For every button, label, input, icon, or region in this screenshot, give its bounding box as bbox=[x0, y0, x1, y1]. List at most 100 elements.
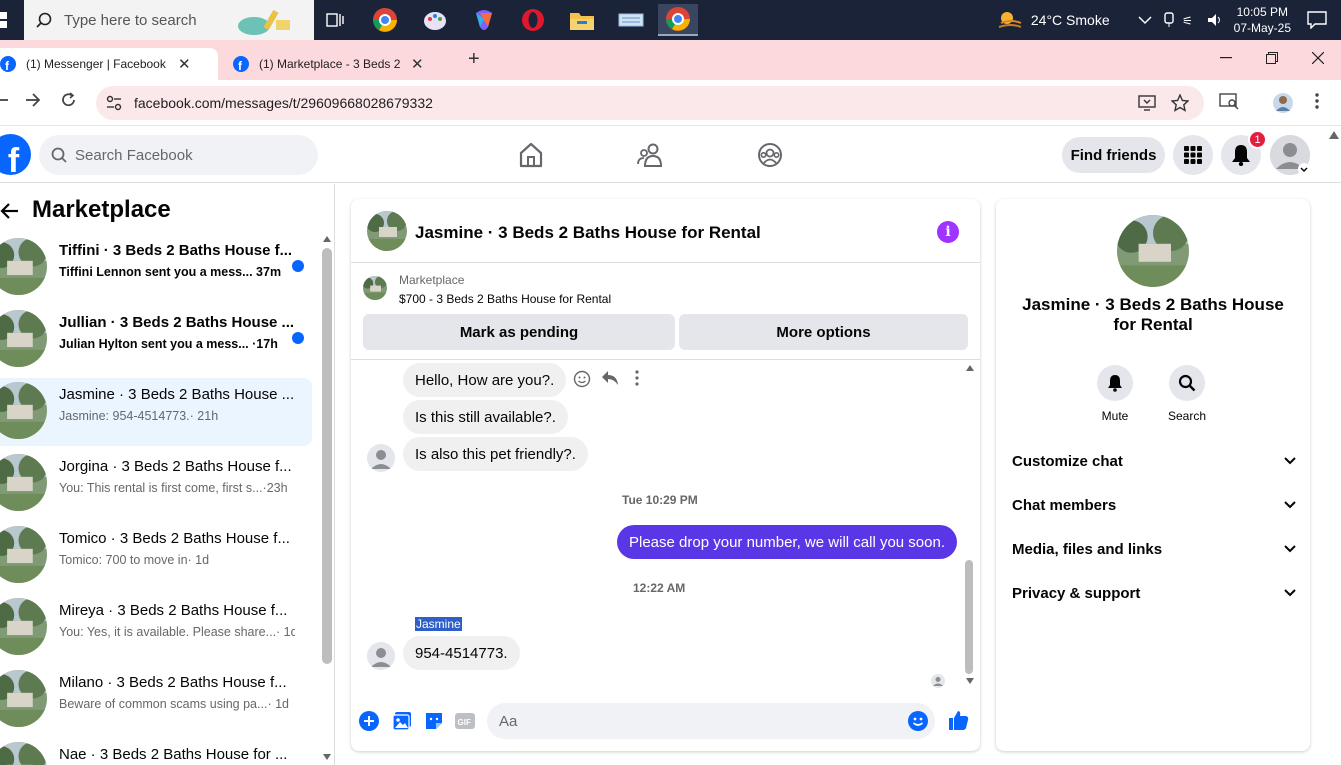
reload-icon[interactable] bbox=[61, 92, 77, 108]
listing-thumbnail bbox=[0, 598, 47, 655]
add-icon[interactable] bbox=[359, 711, 379, 731]
photo-icon[interactable] bbox=[392, 711, 412, 731]
sidebar-scrollbar[interactable] bbox=[322, 248, 332, 664]
scroll-up-icon[interactable] bbox=[323, 236, 331, 242]
section-label: Chat members bbox=[1012, 496, 1117, 514]
incoming-message[interactable]: Hello, How are you?. bbox=[403, 363, 567, 397]
minimize-icon[interactable] bbox=[1203, 42, 1249, 74]
chat-scrollbar[interactable] bbox=[965, 560, 973, 674]
mark-as-pending-button[interactable]: Mark as pending bbox=[363, 314, 675, 350]
meet-now-icon[interactable] bbox=[1162, 12, 1176, 28]
react-icon[interactable] bbox=[573, 370, 591, 388]
search-in-chat-button[interactable]: Search bbox=[1157, 365, 1217, 423]
emoji-icon[interactable] bbox=[908, 711, 928, 731]
clock[interactable]: 10:05 PM 07-May-25 bbox=[1234, 4, 1291, 36]
start-icon[interactable] bbox=[0, 12, 8, 28]
page-scroll-up-icon[interactable] bbox=[1329, 131, 1339, 139]
conversation-item[interactable]: Tiffini · 3 Beds 2 Baths House f... Tiff… bbox=[0, 234, 312, 298]
message-timestamp: 12:22 AM bbox=[633, 581, 686, 595]
conversation-name: Mireya · 3 Beds 2 Baths House f... bbox=[59, 602, 288, 619]
task-view-icon[interactable] bbox=[315, 4, 355, 36]
outgoing-message[interactable]: Please drop your number, we will call yo… bbox=[617, 525, 957, 559]
sticker-icon[interactable] bbox=[424, 711, 444, 731]
find-friends-button[interactable]: Find friends bbox=[1062, 137, 1165, 173]
search-highlight-icon bbox=[232, 6, 292, 36]
message-input[interactable]: Aa bbox=[487, 703, 935, 739]
home-icon[interactable] bbox=[517, 141, 545, 169]
chevron-up-icon[interactable] bbox=[1138, 15, 1152, 25]
tab-marketplace[interactable]: f (1) Marketplace - 3 Beds 2 Bath ✕ bbox=[225, 48, 461, 80]
facebook-logo-icon[interactable]: f bbox=[0, 134, 31, 175]
tab-messenger[interactable]: f (1) Messenger | Facebook ✕ bbox=[0, 48, 218, 80]
incoming-message[interactable]: Is also this pet friendly?. bbox=[403, 437, 588, 471]
gif-icon[interactable]: GIF bbox=[455, 711, 475, 731]
more-actions-icon[interactable] bbox=[635, 370, 639, 386]
chat-avatar[interactable] bbox=[367, 211, 407, 251]
restore-icon[interactable] bbox=[1249, 42, 1295, 74]
sender-avatar[interactable] bbox=[367, 642, 395, 670]
taskbar-search[interactable]: Type here to search bbox=[24, 0, 314, 40]
paint-app-icon[interactable] bbox=[415, 4, 455, 36]
chat-title[interactable]: Jasmine · 3 Beds 2 Baths House for Renta… bbox=[415, 223, 761, 243]
conversation-item[interactable]: Tomico · 3 Beds 2 Baths House f... Tomic… bbox=[0, 522, 312, 586]
conversation-item-selected[interactable]: Jasmine · 3 Beds 2 Baths House ... Jasmi… bbox=[0, 378, 312, 446]
tab-close-icon[interactable]: ✕ bbox=[178, 55, 191, 73]
media-files-links-section[interactable]: Media, files and links bbox=[1012, 527, 1296, 571]
menu-grid-icon[interactable] bbox=[1173, 135, 1213, 175]
chrome-menu-icon[interactable] bbox=[1314, 92, 1320, 110]
listing-thumbnail bbox=[0, 742, 47, 765]
tab-search-icon[interactable] bbox=[1219, 92, 1239, 110]
conversation-item[interactable]: Jorgina · 3 Beds 2 Baths House f... You:… bbox=[0, 450, 312, 514]
search-icon bbox=[1169, 365, 1205, 401]
file-explorer-app-icon[interactable] bbox=[562, 4, 602, 36]
forward-icon[interactable] bbox=[25, 92, 41, 108]
customize-chat-section[interactable]: Customize chat bbox=[1012, 439, 1296, 483]
friends-icon[interactable] bbox=[637, 141, 665, 169]
address-bar[interactable]: facebook.com/messages/t/2960966802867933… bbox=[96, 86, 1204, 120]
chrome-app-icon[interactable] bbox=[658, 4, 698, 36]
back-icon[interactable] bbox=[0, 92, 10, 108]
tab-close-icon[interactable]: ✕ bbox=[411, 55, 424, 73]
chat-panel: Jasmine · 3 Beds 2 Baths House for Renta… bbox=[351, 199, 980, 751]
network-icon[interactable]: ⚟ bbox=[1182, 12, 1200, 28]
groups-icon[interactable] bbox=[756, 141, 784, 169]
keyboard-app-icon[interactable] bbox=[611, 4, 651, 36]
scroll-up-icon[interactable] bbox=[966, 365, 974, 371]
scroll-down-icon[interactable] bbox=[966, 678, 974, 684]
conversation-name: Tomico · 3 Beds 2 Baths House f... bbox=[59, 530, 290, 547]
chrome-profile-app-icon[interactable] bbox=[365, 4, 405, 36]
conversation-item[interactable]: Nae · 3 Beds 2 Baths House for ... bbox=[0, 738, 312, 765]
more-options-button[interactable]: More options bbox=[679, 314, 968, 350]
account-avatar-icon[interactable] bbox=[1270, 135, 1310, 175]
chat-members-section[interactable]: Chat members bbox=[1012, 483, 1296, 527]
privacy-support-section[interactable]: Privacy & support bbox=[1012, 571, 1296, 615]
incoming-message[interactable]: 954-4514773. bbox=[403, 636, 520, 670]
tab-title: (1) Marketplace - 3 Beds 2 Bath bbox=[259, 57, 401, 71]
profile-avatar-icon[interactable] bbox=[1272, 92, 1294, 114]
chat-details-panel: Jasmine · 3 Beds 2 Baths House for Renta… bbox=[996, 199, 1310, 751]
new-tab-button[interactable]: + bbox=[468, 48, 480, 71]
reply-icon[interactable] bbox=[601, 370, 619, 386]
listing-thumbnail bbox=[363, 276, 387, 300]
sender-avatar[interactable] bbox=[367, 444, 395, 472]
site-settings-icon[interactable] bbox=[106, 95, 122, 111]
close-window-icon[interactable] bbox=[1295, 42, 1341, 74]
thumbs-up-icon[interactable] bbox=[947, 709, 969, 731]
facebook-search[interactable]: Search Facebook bbox=[39, 135, 318, 175]
notifications-icon[interactable] bbox=[1307, 11, 1327, 29]
mute-button[interactable]: Mute bbox=[1085, 365, 1145, 423]
bookmark-star-icon[interactable] bbox=[1171, 94, 1189, 112]
back-arrow-icon[interactable] bbox=[0, 202, 20, 220]
copilot-app-icon[interactable] bbox=[464, 4, 504, 36]
conversation-item[interactable]: Milano · 3 Beds 2 Baths House f... Bewar… bbox=[0, 666, 312, 730]
info-icon[interactable]: i bbox=[937, 221, 959, 243]
opera-app-icon[interactable] bbox=[513, 4, 553, 36]
conversation-item[interactable]: Mireya · 3 Beds 2 Baths House f... You: … bbox=[0, 594, 312, 658]
conversation-item[interactable]: Jullian · 3 Beds 2 Baths House ... Julia… bbox=[0, 306, 312, 370]
incoming-message[interactable]: Is this still available?. bbox=[403, 400, 568, 434]
details-avatar[interactable] bbox=[1117, 215, 1189, 287]
weather-text[interactable]: 24°C Smoke bbox=[1031, 12, 1110, 28]
install-app-icon[interactable] bbox=[1138, 95, 1156, 111]
volume-icon[interactable] bbox=[1206, 12, 1224, 28]
scroll-down-icon[interactable] bbox=[323, 754, 331, 760]
